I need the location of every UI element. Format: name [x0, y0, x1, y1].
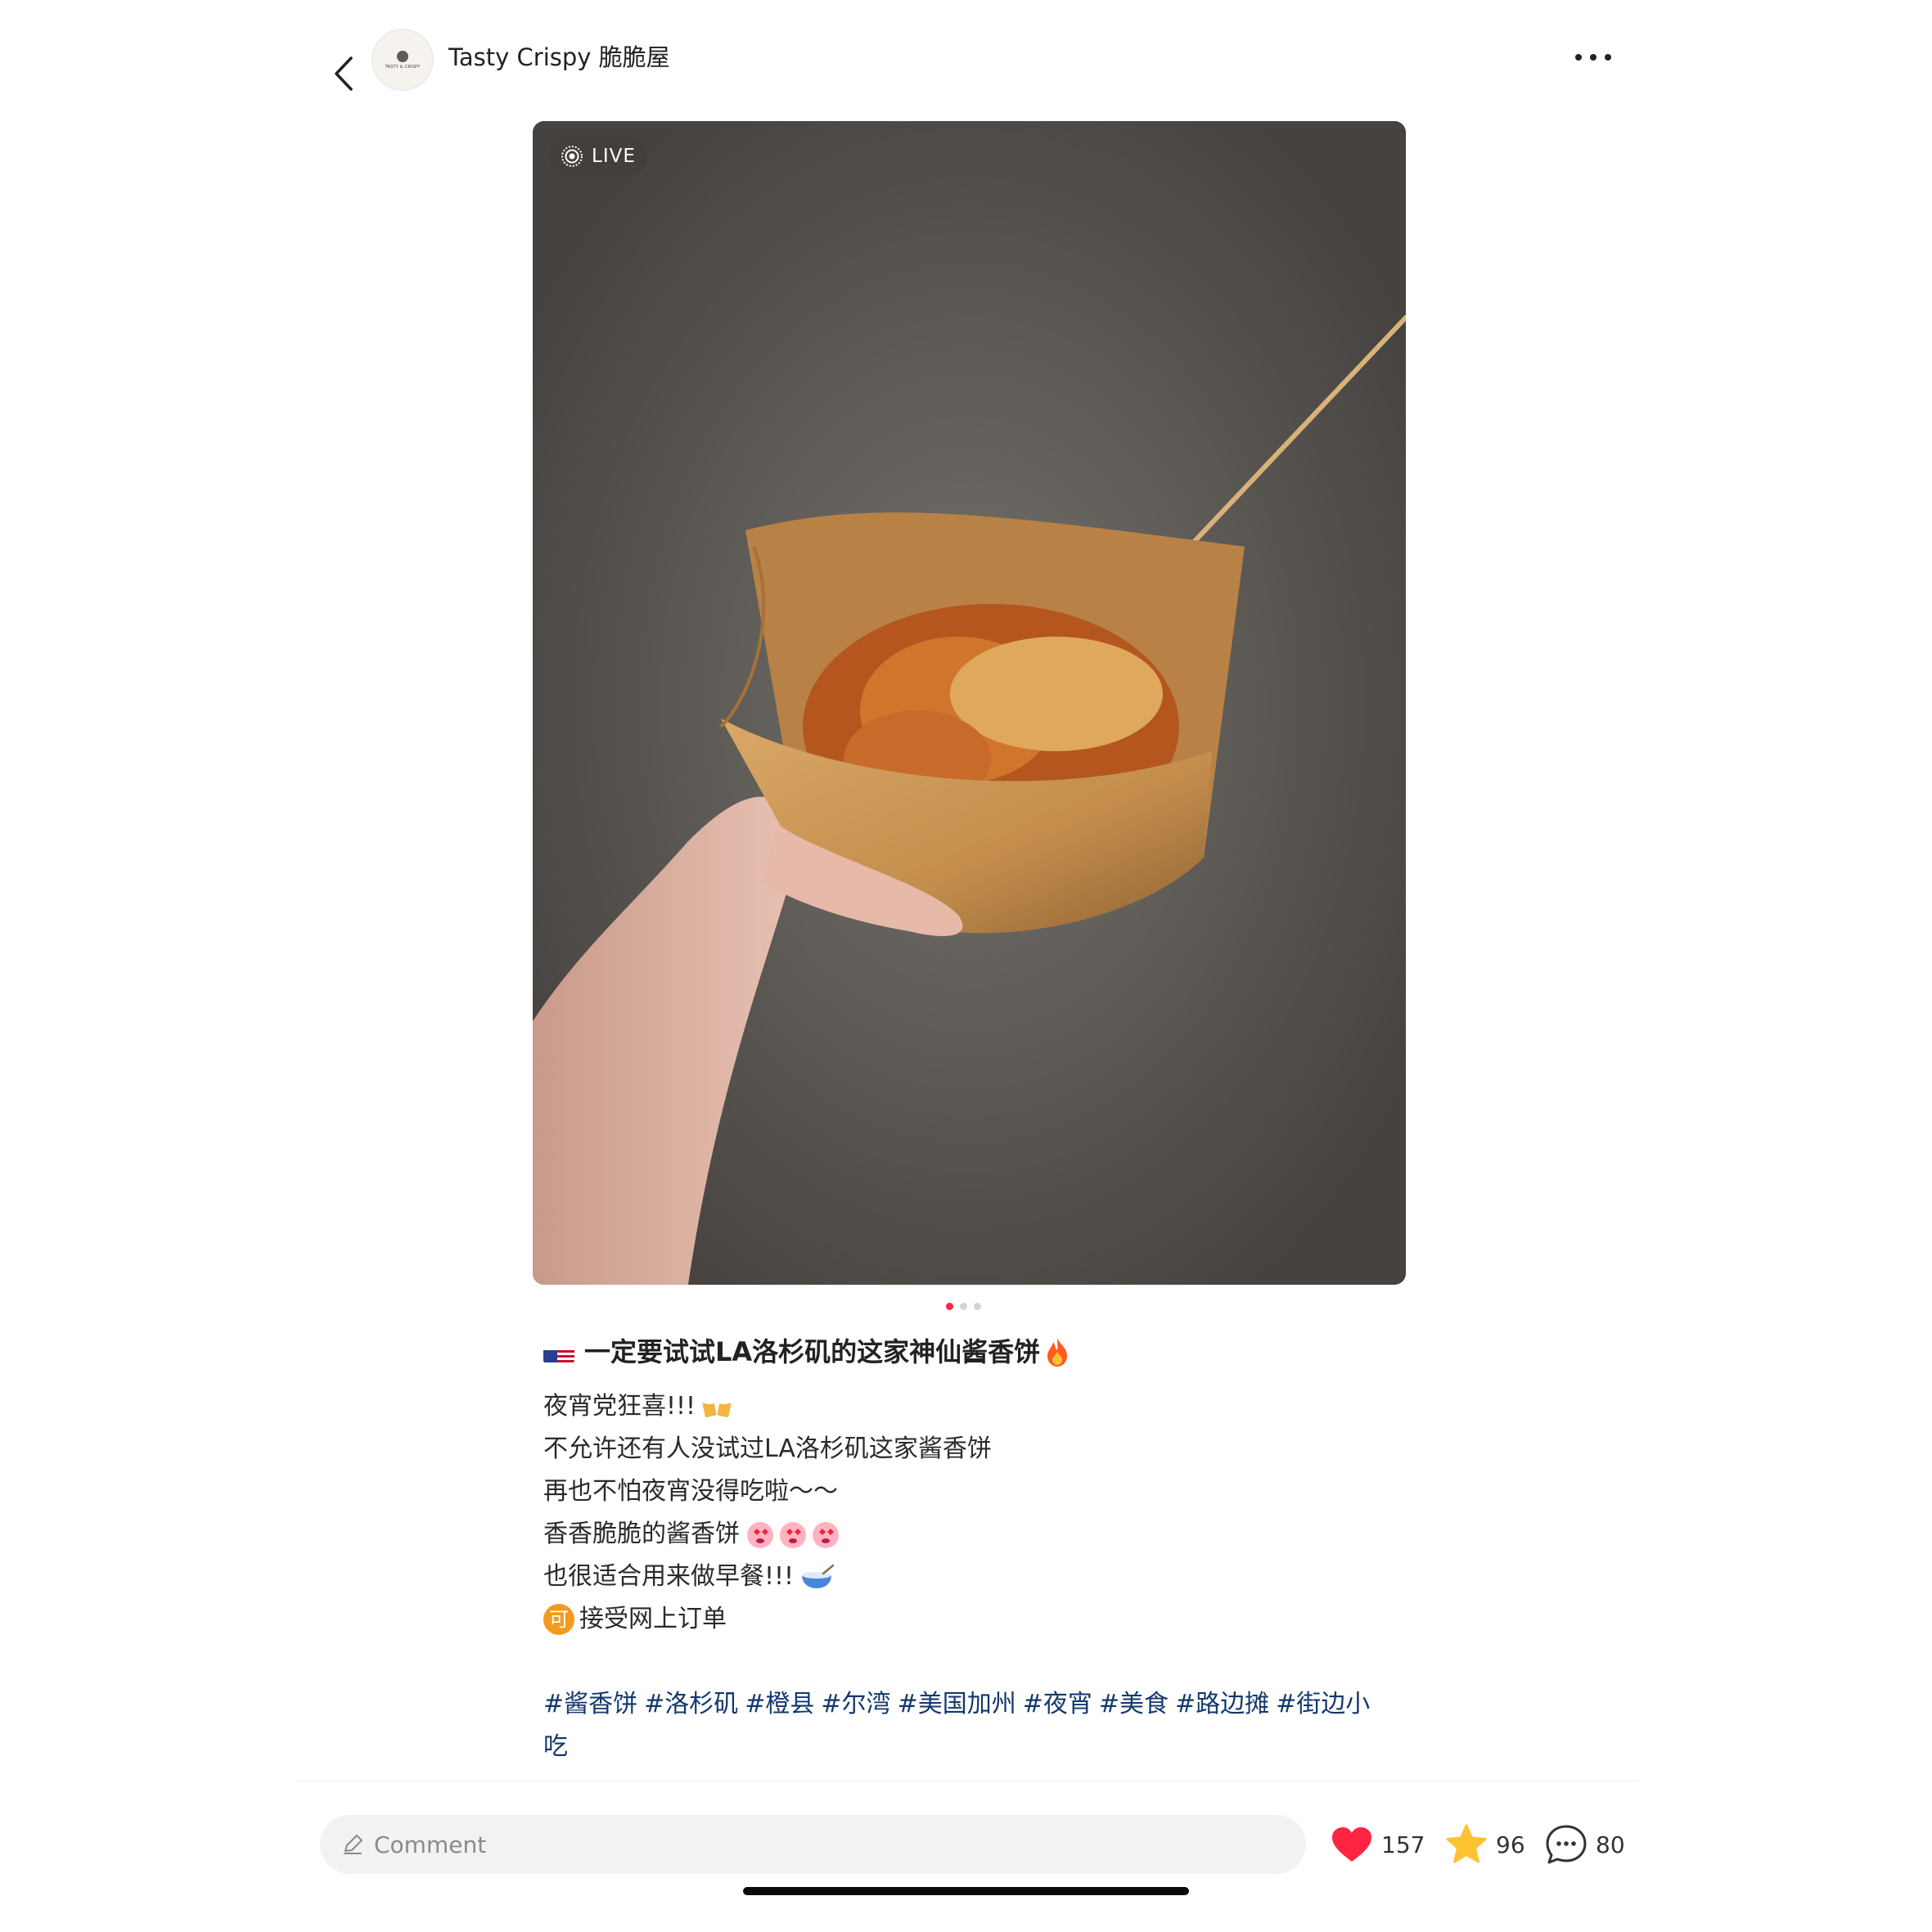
comment-button[interactable]: 80	[1545, 1822, 1625, 1867]
post-line-text: 也很适合用来做早餐!!!	[543, 1562, 795, 1591]
heart-eyes-face-icon	[745, 1519, 843, 1550]
post-line: 也很适合用来做早餐!!!	[543, 1556, 1394, 1598]
hashtag[interactable]: #夜宵	[1023, 1690, 1092, 1718]
more-horizontal-icon	[1575, 54, 1611, 61]
page-dot	[974, 1303, 981, 1310]
post-title-row: 一定要试试LA洛杉矶的这家神仙酱香饼	[543, 1330, 1394, 1374]
home-indicator[interactable]	[743, 1887, 1189, 1895]
post-line-text: 再也不怕夜宵没得吃啦～～	[543, 1477, 838, 1506]
hashtag[interactable]: #美国加州	[898, 1690, 1016, 1718]
back-button[interactable]	[319, 41, 368, 106]
live-label: LIVE	[592, 146, 636, 167]
post-title: 一定要试试LA洛杉矶的这家神仙酱香饼	[584, 1336, 1041, 1367]
comment-input[interactable]: Comment	[320, 1815, 1306, 1874]
hashtag[interactable]: #尔湾	[821, 1690, 890, 1718]
hashtag[interactable]: #美食	[1099, 1690, 1169, 1718]
heart-icon	[1332, 1827, 1371, 1862]
post-line-text: 接受网上订单	[579, 1605, 727, 1633]
hashtag-list: #酱香饼 #洛杉矶 #橙县 #尔湾 #美国加州 #夜宵 #美食 #路边摊 #街边小吃	[543, 1683, 1386, 1768]
favorite-button[interactable]: 96	[1445, 1822, 1525, 1867]
post-line: 再也不怕夜宵没得吃啦～～	[543, 1470, 1394, 1513]
post-line-text: 香香脆脆的酱香饼	[543, 1520, 740, 1548]
more-options-button[interactable]	[1565, 39, 1622, 75]
chevron-left-icon	[335, 56, 353, 91]
like-button[interactable]: 157	[1331, 1822, 1425, 1867]
hashtag[interactable]: #路边摊	[1175, 1690, 1269, 1718]
post-image[interactable]: LIVE	[533, 121, 1406, 1285]
post-header: TASTY & CRISPY Tasty Crispy 脆脆屋	[295, 25, 1637, 123]
post-line: 香香脆脆的酱香饼	[543, 1513, 1394, 1556]
comment-placeholder: Comment	[374, 1831, 487, 1858]
hashtag[interactable]: #酱香饼	[543, 1690, 637, 1718]
post-line-text: 不允许还有人没试过LA洛杉矶这家酱香饼	[543, 1434, 992, 1463]
page-dot	[960, 1303, 967, 1310]
account-name[interactable]: Tasty Crispy 脆脆屋	[448, 41, 670, 74]
avatar[interactable]: TASTY & CRISPY	[372, 29, 434, 91]
hashtag[interactable]: #洛杉矶	[644, 1690, 738, 1718]
bowl-icon	[799, 1564, 835, 1590]
star-icon	[1446, 1824, 1487, 1863]
like-count: 157	[1381, 1831, 1425, 1858]
post-line: 可 接受网上订单	[543, 1598, 1394, 1641]
post-body: 夜宵党狂喜!!! 不允许还有人没试过LA洛杉矶这家酱香饼 再也不怕夜宵没得吃啦～…	[543, 1385, 1394, 1768]
post-line-text: 夜宵党狂喜!!!	[543, 1392, 696, 1421]
avatar-logo-text: TASTY & CRISPY	[385, 64, 421, 70]
comment-count: 80	[1596, 1831, 1625, 1858]
beer-cheers-icon	[700, 1394, 733, 1420]
image-pagination	[946, 1303, 981, 1310]
post-line: 不允许还有人没试过LA洛杉矶这家酱香饼	[543, 1428, 1394, 1470]
fire-icon	[1047, 1338, 1068, 1367]
post-content: 一定要试试LA洛杉矶的这家神仙酱香饼 夜宵党狂喜!!! 不允许还有人没试过LA洛…	[543, 1330, 1394, 1768]
us-flag-icon	[543, 1341, 574, 1363]
live-photo-icon	[561, 146, 583, 167]
live-badge[interactable]: LIVE	[549, 137, 647, 175]
ke-badge-icon: 可	[543, 1604, 574, 1635]
food-photo-illustration	[533, 121, 1406, 1285]
pencil-icon	[341, 1833, 364, 1856]
page-dot-active	[946, 1303, 953, 1310]
avatar-logo-mark	[397, 50, 408, 62]
comment-bubble-icon	[1546, 1825, 1587, 1864]
favorite-count: 96	[1496, 1831, 1525, 1858]
post-line: 夜宵党狂喜!!!	[543, 1385, 1394, 1428]
hashtag[interactable]: #橙县	[745, 1690, 814, 1718]
